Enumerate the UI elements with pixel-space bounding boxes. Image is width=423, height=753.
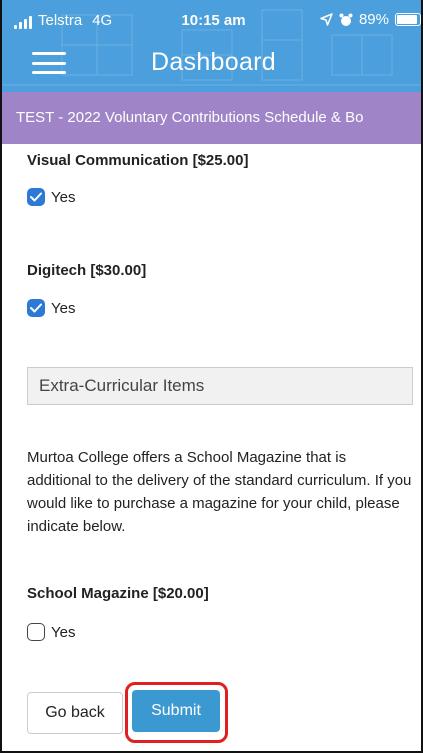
checkbox-school-magazine[interactable]: Yes: [27, 623, 75, 641]
checkbox-label: Yes: [51, 299, 76, 317]
battery-percentage: 89%: [358, 11, 389, 28]
section-description: Murtoa College offers a School Magazine …: [27, 449, 412, 535]
item-label-digitech: Digitech [$30.00]: [27, 262, 147, 279]
item-label-school-magazine: School Magazine [$20.00]: [27, 585, 209, 602]
section-header-extra-curricular: Extra-Curricular Items: [27, 367, 413, 405]
alarm-clock-icon: [339, 13, 353, 26]
checkbox-checked-icon[interactable]: [27, 188, 45, 206]
status-bar-right: 89%: [320, 11, 421, 28]
status-bar: Telstra 4G 10:15 am 89%: [2, 0, 421, 40]
checkbox-checked-icon[interactable]: [27, 299, 45, 317]
checkbox-visual-communication[interactable]: Yes: [27, 188, 75, 206]
submit-button[interactable]: Submit: [132, 690, 220, 732]
go-back-button[interactable]: Go back: [27, 692, 123, 734]
app-header: Telstra 4G 10:15 am 89% Dashboard: [2, 0, 421, 92]
checkbox-label: Yes: [51, 188, 76, 206]
page-title: Dashboard: [150, 48, 276, 76]
app-screen: Telstra 4G 10:15 am 89% Dashboard TEST -…: [0, 0, 423, 753]
checkbox-unchecked-icon[interactable]: [27, 623, 45, 641]
item-label-visual-communication: Visual Communication [$25.00]: [27, 152, 249, 169]
form-title-banner: TEST - 2022 Voluntary Contributions Sche…: [2, 92, 421, 144]
battery-fill: [397, 15, 417, 24]
battery-icon: [395, 13, 421, 26]
checkbox-label: Yes: [51, 623, 76, 641]
checkbox-digitech[interactable]: Yes: [27, 299, 75, 317]
location-arrow-icon: [320, 13, 333, 26]
